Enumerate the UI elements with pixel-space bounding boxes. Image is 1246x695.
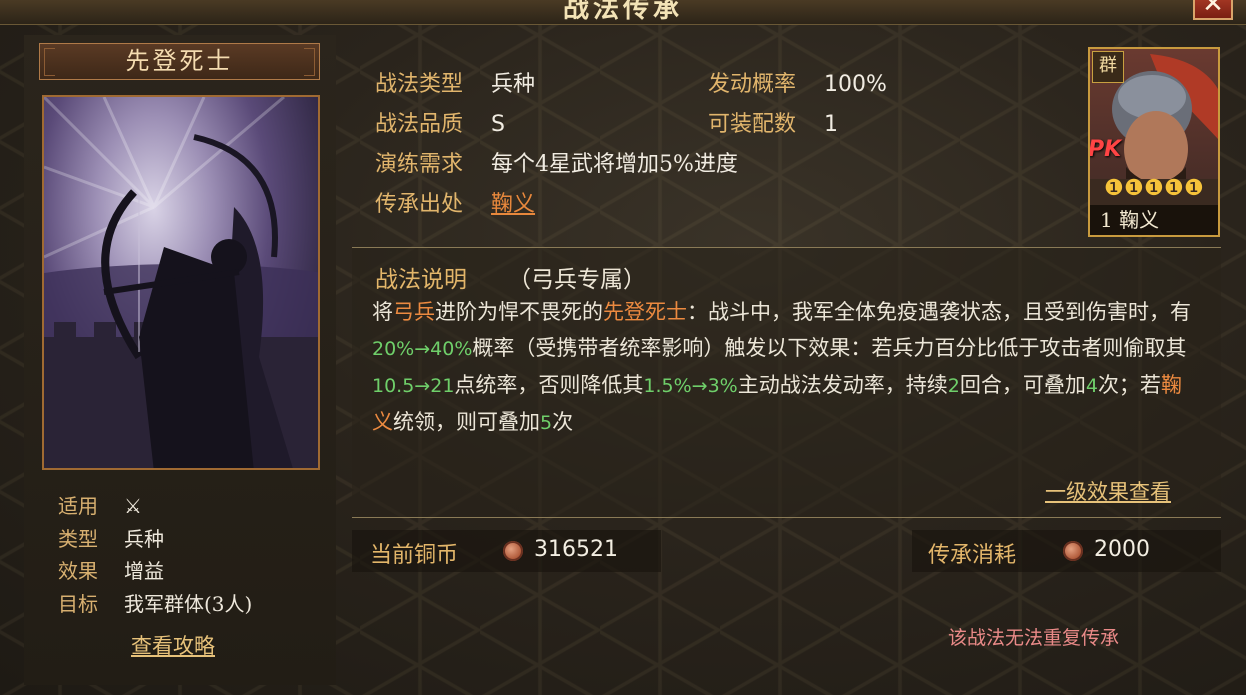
hero-stars: ❶ ❶ ❶ ❶ ❶ <box>1104 177 1204 201</box>
archer-silhouette-image <box>44 97 318 468</box>
slots-value: 1 <box>824 112 839 137</box>
description-segment: 进阶为悍不畏死的 <box>435 300 603 324</box>
slots-label: 可装配数 <box>708 112 797 137</box>
close-button[interactable]: ✕ <box>1193 0 1233 20</box>
quality-label: 战法品质 <box>375 112 464 137</box>
source-hero-link[interactable]: 鞠义 <box>491 192 535 217</box>
description-segment: 概率（受携带者统率影响）触发以下效果：若兵力百分比低于攻击者则偷取其 <box>472 336 1187 360</box>
description-segment: 次；若 <box>1097 373 1161 397</box>
description-segment: ：战斗中，我军全体免疫遇袭状态，且受到伤害时，有 <box>687 300 1191 324</box>
description-segment: 回合，可叠加 <box>959 373 1086 397</box>
rate-value: 100% <box>824 72 887 97</box>
source-label: 传承出处 <box>375 192 464 217</box>
attr-value: 增益 <box>124 559 164 583</box>
hero-name: 1 鞠义 <box>1090 205 1218 235</box>
quality-value: S <box>491 112 505 137</box>
info-rate: 发动概率 100% <box>708 66 887 98</box>
star-icon: ❶ <box>1124 176 1144 201</box>
training-label: 演练需求 <box>375 152 464 177</box>
description-segment: 4 <box>1085 375 1098 397</box>
title-bar: 战法传承 <box>0 0 1246 25</box>
level-effect-link[interactable]: 一级效果查看 <box>1045 476 1171 506</box>
pk-badge: PK <box>1088 137 1122 162</box>
description-text: 将弓兵进阶为悍不畏死的先登死士：战斗中，我军全体免疫遇袭状态，且受到伤害时，有 2… <box>372 294 1202 441</box>
description-subtitle: （弓兵专属） <box>508 267 646 293</box>
attr-row-apply: 适用 ⚔ <box>58 490 252 523</box>
info-training: 演练需求 每个4星武将增加5%进度 <box>375 146 738 178</box>
info-source: 传承出处 鞠义 <box>375 186 535 218</box>
attr-row-effect: 效果 增益 <box>58 555 252 588</box>
copper-coin-icon <box>1063 541 1083 561</box>
star-icon: ❶ <box>1104 176 1124 201</box>
attr-label: 目标 <box>58 591 98 616</box>
rate-label: 发动概率 <box>708 72 797 97</box>
cannot-repeat-warning: 该战法无法重复传承 <box>948 627 1120 649</box>
description-segment: 统领，则可叠加 <box>393 410 540 434</box>
description-segment: 次 <box>552 410 574 434</box>
skill-artwork <box>42 95 320 470</box>
description-segment: 弓兵 <box>393 300 435 324</box>
type-value: 兵种 <box>491 72 536 97</box>
copper-coin-icon <box>503 541 523 561</box>
description-segment: 先登死士 <box>603 300 687 324</box>
description-segment: 点统率，否则降低其 <box>454 373 644 397</box>
description-segment: 1.5%→3% <box>643 375 738 397</box>
attr-row-target: 目标 我军群体(3人) <box>58 588 252 621</box>
attr-row-type: 类型 兵种 <box>58 523 252 556</box>
description-segment: 2 <box>947 375 960 397</box>
description-segment: 将 <box>372 300 393 324</box>
star-icon: ❶ <box>1164 176 1184 201</box>
training-value: 每个4星武将增加5%进度 <box>491 152 738 177</box>
description-segment: 主动战法发动率，持续 <box>737 373 948 397</box>
hero-portrait-card[interactable]: 群 PK ❶ ❶ ❶ ❶ ❶ 1 鞠义 <box>1088 47 1220 237</box>
description-segment: 10.5→21 <box>372 375 455 397</box>
window-title: 战法传承 <box>562 0 683 24</box>
type-label: 战法类型 <box>375 72 464 97</box>
current-coins-label: 当前铜币 <box>370 543 459 568</box>
cost-label: 传承消耗 <box>928 543 1017 568</box>
star-icon: ❶ <box>1184 176 1204 201</box>
attr-value: 兵种 <box>124 526 164 551</box>
attr-label: 效果 <box>58 559 98 583</box>
skill-attributes: 适用 ⚔ 类型 兵种 效果 增益 目标 我军群体(3人) <box>58 490 252 620</box>
crossed-bow-icon: ⚔ <box>124 494 142 518</box>
description-segment: 20%→40% <box>372 338 473 360</box>
cost-value: 2000 <box>1094 537 1150 562</box>
view-guide-link[interactable]: 查看攻略 <box>131 630 215 660</box>
attr-value: 我军群体(3人) <box>124 591 253 616</box>
description-segment: 5 <box>540 412 553 434</box>
description-title: 战法说明 <box>375 267 467 293</box>
attr-label: 类型 <box>58 526 98 551</box>
star-icon: ❶ <box>1144 176 1164 201</box>
faction-badge: 群 <box>1092 51 1124 83</box>
current-coins-value: 316521 <box>534 537 618 562</box>
info-quality: 战法品质 S <box>375 106 505 138</box>
info-type: 战法类型 兵种 <box>375 66 535 98</box>
skill-name-banner: 先登死士 <box>39 43 320 80</box>
info-slots: 可装配数 1 <box>708 106 838 138</box>
attr-label: 适用 <box>58 494 98 518</box>
